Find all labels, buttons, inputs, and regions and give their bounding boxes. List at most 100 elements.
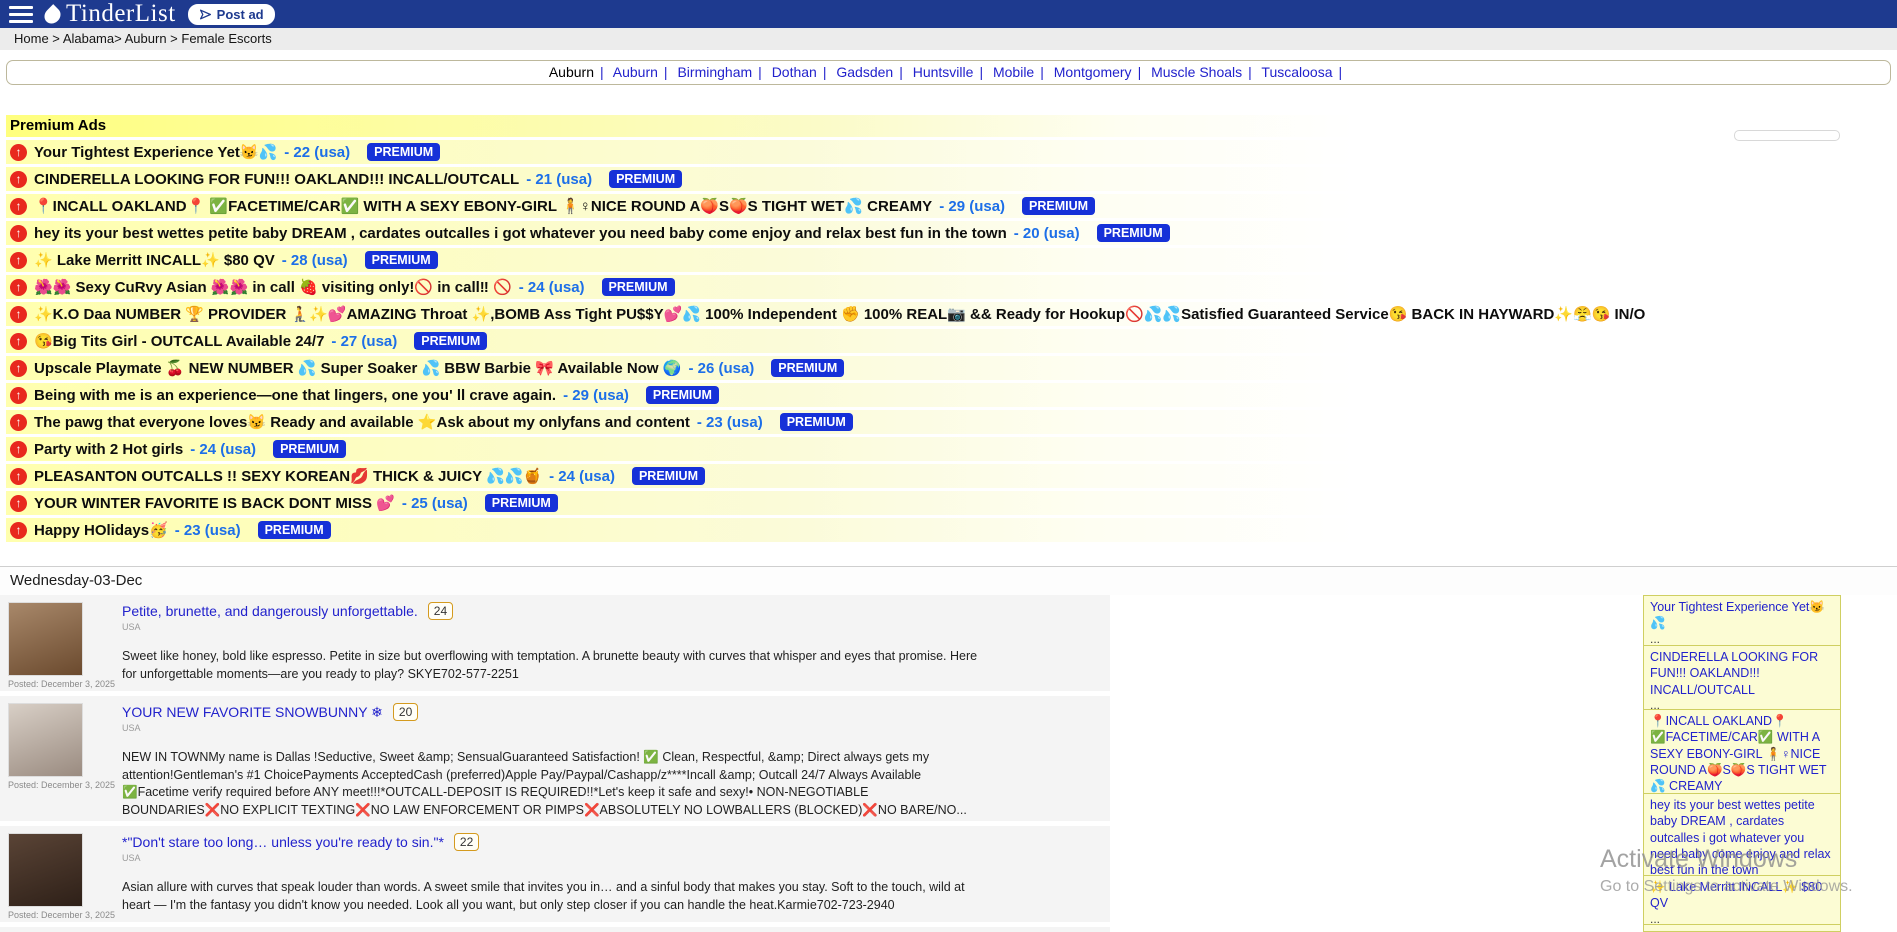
breadcrumb-separator: >: [114, 31, 122, 46]
premium-ad-row[interactable]: 🌺🌺 Sexy CuRvy Asian 🌺🌺 in call 🍓 visitin…: [6, 275, 1651, 299]
listing-title-link[interactable]: Petite, brunette, and dangerously unforg…: [122, 603, 418, 619]
listing-description: NEW IN TOWNMy name is Dallas !Seductive,…: [122, 749, 982, 819]
premium-ad-title[interactable]: 📍INCALL OAKLAND📍 ✅FACETIME/CAR✅ WITH A S…: [34, 197, 932, 215]
hamburger-menu-icon[interactable]: [9, 6, 33, 23]
premium-ad-title[interactable]: 🌺🌺 Sexy CuRvy Asian 🌺🌺 in call 🍓 visitin…: [34, 278, 512, 296]
listing-description: Sweet like honey, bold like espresso. Pe…: [122, 648, 982, 683]
premium-ad-age: - 23 (usa): [175, 522, 241, 539]
premium-badge[interactable]: PREMIUM: [365, 251, 438, 269]
premium-badge[interactable]: PREMIUM: [367, 143, 440, 161]
premium-ad-row[interactable]: The pawg that everyone loves😼 Ready and …: [6, 410, 1651, 434]
site-logo[interactable]: TinderList: [45, 0, 176, 28]
sidebar-ad-text[interactable]: ✨ Lake Merritt INCALL✨ $80 QV: [1650, 879, 1834, 912]
arrow-up-icon: [10, 333, 27, 350]
premium-ad-row[interactable]: ✨ Lake Merritt INCALL✨ $80 QV - 28 (usa)…: [6, 248, 1651, 272]
premium-badge[interactable]: PREMIUM: [414, 332, 487, 350]
premium-ad-title[interactable]: hey its your best wettes petite baby DRE…: [34, 225, 1007, 242]
premium-ad-row[interactable]: Happy HOlidays🥳 - 23 (usa) PREMIUM: [6, 518, 1651, 542]
listing-row: A lady for all occasions 38 USA: [0, 927, 1110, 932]
premium-ad-title[interactable]: Happy HOlidays🥳: [34, 521, 168, 539]
premium-badge[interactable]: PREMIUM: [780, 413, 853, 431]
sidebar-ad-box[interactable]: [1643, 924, 1841, 932]
site-logo-text: TinderList: [66, 0, 176, 28]
premium-badge[interactable]: PREMIUM: [258, 521, 331, 539]
city-link[interactable]: Tuscaloosa: [1261, 64, 1332, 80]
listing-location: USA: [122, 853, 1100, 863]
listing-row: Posted: December 3, 2025 YOUR NEW FAVORI…: [0, 696, 1110, 821]
sidebar-ad-box[interactable]: ✨ Lake Merritt INCALL✨ $80 QV ...: [1643, 875, 1841, 930]
premium-ad-title[interactable]: CINDERELLA LOOKING FOR FUN!!! OAKLAND!!!…: [34, 171, 519, 188]
premium-ad-title[interactable]: Upscale Playmate 🍒 NEW NUMBER 💦 Super So…: [34, 359, 681, 377]
premium-ad-row[interactable]: Upscale Playmate 🍒 NEW NUMBER 💦 Super So…: [6, 356, 1651, 380]
premium-badge[interactable]: PREMIUM: [632, 467, 705, 485]
premium-badge[interactable]: PREMIUM: [602, 278, 675, 296]
city-link[interactable]: Mobile: [993, 64, 1034, 80]
city-link[interactable]: Montgomery: [1054, 64, 1132, 80]
premium-badge[interactable]: PREMIUM: [1022, 197, 1095, 215]
premium-ad-title[interactable]: PLEASANTON OUTCALLS !! SEXY KOREAN💋 THIC…: [34, 467, 542, 485]
premium-ad-row[interactable]: ✨K.O Daa NUMBER 🏆 PROVIDER 🧎✨💕AMAZING Th…: [6, 302, 1651, 326]
premium-ad-title[interactable]: YOUR WINTER FAVORITE IS BACK DONT MISS 💕: [34, 494, 395, 512]
sidebar-ad-text[interactable]: 📍INCALL OAKLAND📍 ✅FACETIME/CAR✅ WITH A S…: [1650, 713, 1834, 794]
city-link[interactable]: Auburn: [613, 64, 658, 80]
city-link[interactable]: Muscle Shoals: [1151, 64, 1242, 80]
city-link[interactable]: Birmingham: [677, 64, 752, 80]
premium-ad-row[interactable]: YOUR WINTER FAVORITE IS BACK DONT MISS 💕…: [6, 491, 1651, 515]
listing-title-link[interactable]: *"Don't stare too long… unless you're re…: [122, 834, 444, 850]
premium-ad-row[interactable]: hey its your best wettes petite baby DRE…: [6, 221, 1651, 245]
premium-ad-row[interactable]: Your Tightest Experience Yet😼💦 - 22 (usa…: [6, 140, 1651, 164]
premium-badge[interactable]: PREMIUM: [646, 386, 719, 404]
premium-ad-title[interactable]: 😘Big Tits Girl - OUTCALL Available 24/7: [34, 332, 324, 350]
arrow-up-icon: [10, 360, 27, 377]
breadcrumb-link[interactable]: Home: [14, 31, 49, 46]
listing-title-link[interactable]: YOUR NEW FAVORITE SNOWBUNNY ❄: [122, 704, 383, 721]
premium-ad-title[interactable]: Party with 2 Hot girls: [34, 441, 183, 458]
arrow-up-icon: [10, 468, 27, 485]
city-separator: |: [1248, 64, 1252, 80]
city-link[interactable]: Gadsden: [836, 64, 893, 80]
premium-ad-row[interactable]: Party with 2 Hot girls - 24 (usa) PREMIU…: [6, 437, 1651, 461]
premium-badge[interactable]: PREMIUM: [485, 494, 558, 512]
premium-ad-row[interactable]: 😘Big Tits Girl - OUTCALL Available 24/7 …: [6, 329, 1651, 353]
city-link[interactable]: Auburn: [549, 64, 594, 80]
breadcrumb-separator: >: [167, 31, 178, 46]
premium-badge[interactable]: PREMIUM: [771, 359, 844, 377]
premium-badge[interactable]: PREMIUM: [273, 440, 346, 458]
city-link[interactable]: Huntsville: [913, 64, 974, 80]
premium-ad-title[interactable]: The pawg that everyone loves😼 Ready and …: [34, 413, 690, 431]
premium-ad-row[interactable]: Being with me is an experience—one that …: [6, 383, 1651, 407]
breadcrumb-link[interactable]: Auburn: [125, 31, 167, 46]
listings-section: Wednesday-03-Dec Posted: December 3, 202…: [0, 566, 1897, 932]
premium-ad-row[interactable]: 📍INCALL OAKLAND📍 ✅FACETIME/CAR✅ WITH A S…: [6, 194, 1651, 218]
sidebar-ad-box[interactable]: Your Tightest Experience Yet😼💦 ...: [1643, 595, 1841, 650]
premium-badge[interactable]: PREMIUM: [609, 170, 682, 188]
arrow-up-icon: [10, 306, 27, 323]
city-separator: |: [1339, 64, 1343, 80]
premium-ad-title[interactable]: Your Tightest Experience Yet😼💦: [34, 143, 277, 161]
premium-badge[interactable]: PREMIUM: [1097, 224, 1170, 242]
arrow-up-icon: [10, 225, 27, 242]
premium-ad-row[interactable]: PLEASANTON OUTCALLS !! SEXY KOREAN💋 THIC…: [6, 464, 1651, 488]
listing-age-badge: 20: [393, 703, 418, 721]
premium-ad-title[interactable]: Being with me is an experience—one that …: [34, 387, 556, 404]
sidebar-ad-box[interactable]: CINDERELLA LOOKING FOR FUN!!! OAKLAND!!!…: [1643, 645, 1841, 716]
sidebar-ad-text[interactable]: Your Tightest Experience Yet😼💦: [1650, 599, 1834, 632]
sidebar-ad-text[interactable]: CINDERELLA LOOKING FOR FUN!!! OAKLAND!!!…: [1650, 649, 1834, 698]
premium-ad-age: - 28 (usa): [282, 252, 348, 269]
arrow-up-icon: [10, 198, 27, 215]
listing-photo[interactable]: [8, 703, 83, 777]
post-ad-button[interactable]: Post ad: [188, 4, 275, 25]
breadcrumb: Home > Alabama> Auburn > Female Escorts: [0, 28, 1897, 50]
premium-ad-title[interactable]: ✨ Lake Merritt INCALL✨ $80 QV: [34, 251, 275, 269]
arrow-up-icon: [10, 171, 27, 188]
premium-ad-title[interactable]: ✨K.O Daa NUMBER 🏆 PROVIDER 🧎✨💕AMAZING Th…: [34, 305, 1645, 323]
listing-photo[interactable]: [8, 833, 83, 907]
city-link[interactable]: Dothan: [772, 64, 817, 80]
breadcrumb-link[interactable]: Alabama: [63, 31, 114, 46]
premium-ad-row[interactable]: CINDERELLA LOOKING FOR FUN!!! OAKLAND!!!…: [6, 167, 1651, 191]
listing-photo[interactable]: [8, 602, 83, 676]
city-separator: |: [979, 64, 983, 80]
sidebar-ad-text[interactable]: hey its your best wettes petite baby DRE…: [1650, 797, 1834, 878]
breadcrumb-link[interactable]: Female Escorts: [181, 31, 271, 46]
arrow-up-icon: [10, 414, 27, 431]
